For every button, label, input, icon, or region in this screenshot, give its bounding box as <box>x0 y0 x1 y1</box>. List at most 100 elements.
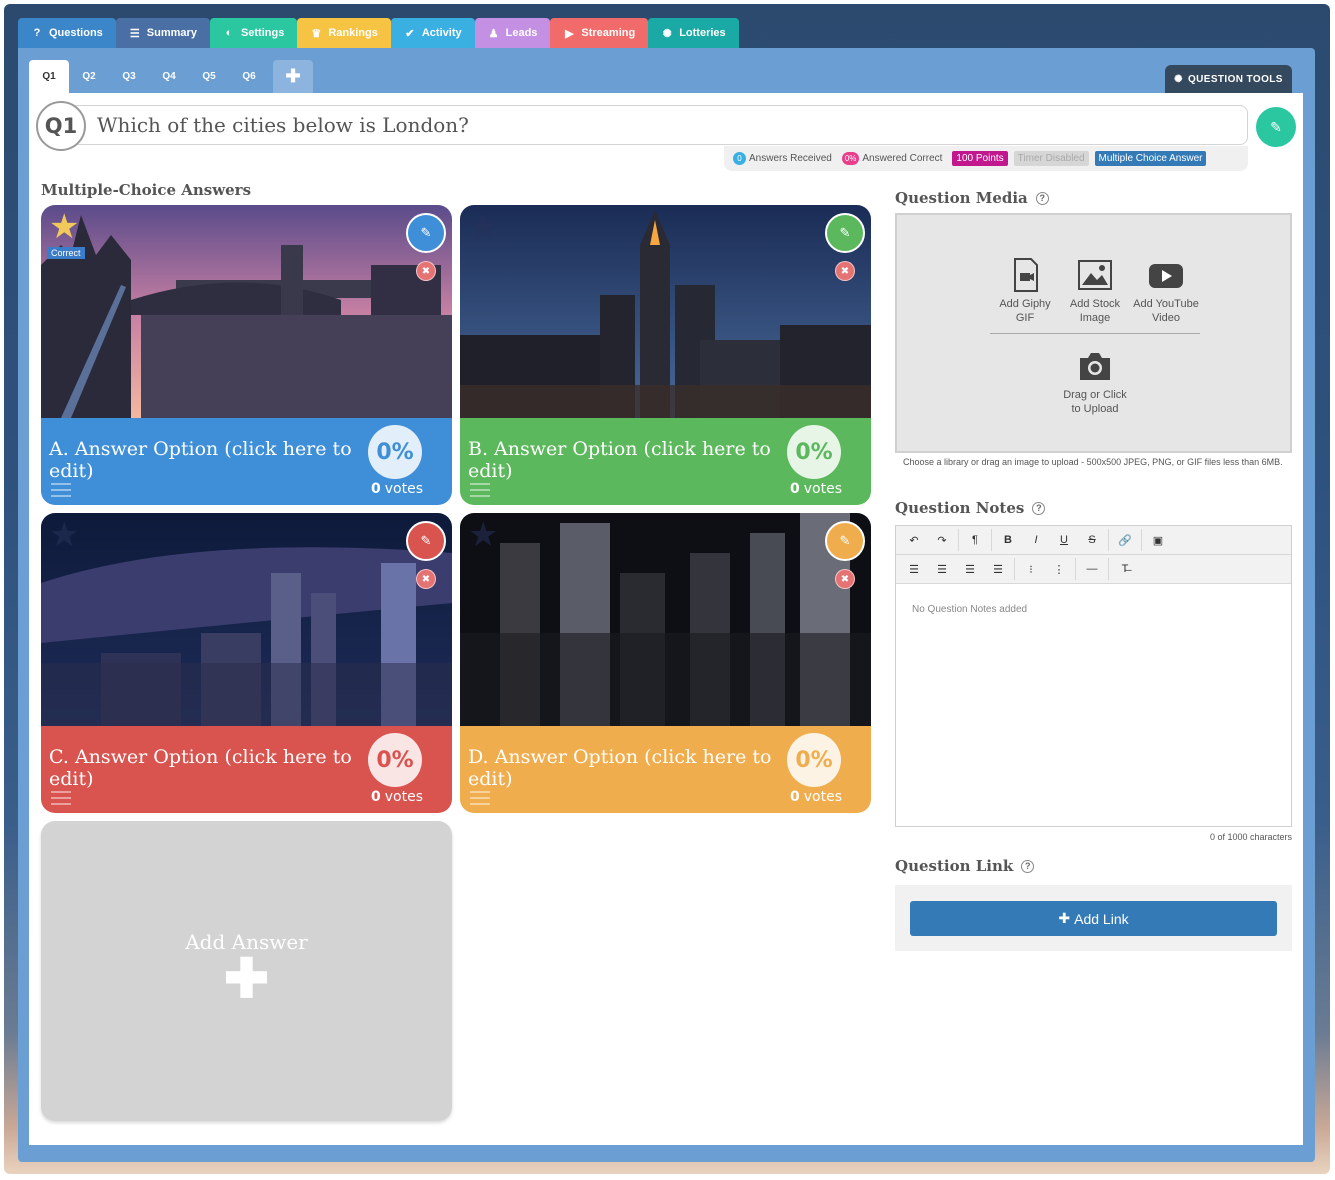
drag-handle-icon[interactable] <box>470 791 490 805</box>
link-icon[interactable]: 🔗 <box>1111 528 1139 552</box>
answer-card-d[interactable]: ★ ✎ ✖ D. Answer Option (click here to ed… <box>460 513 871 813</box>
answer-image <box>460 513 871 726</box>
media-upload-area[interactable]: Add Giphy GIF Add Stock Image Add YouTub… <box>895 213 1292 453</box>
edit-answer-button[interactable]: ✎ <box>406 213 446 253</box>
add-question-button[interactable]: ✚ <box>273 60 313 93</box>
answer-card-b[interactable]: ★ ✎ ✖ B. Answer Option (click here to ed… <box>460 205 871 505</box>
toolbar-separator <box>1141 529 1142 551</box>
drag-handle-icon[interactable] <box>51 791 71 805</box>
underline-icon[interactable]: U <box>1050 528 1078 552</box>
question-media-heading: Question Media? <box>895 189 1049 207</box>
toolbar-separator <box>1108 529 1109 551</box>
video-file-icon <box>1014 258 1038 292</box>
toggle-icon: ◐ <box>225 27 233 39</box>
clear-format-icon[interactable]: T̶ <box>1111 557 1139 581</box>
correct-star-icon[interactable]: ★ <box>468 210 498 244</box>
answer-footer: A. Answer Option (click here to edit) 0%… <box>41 418 452 505</box>
tab-rankings[interactable]: ♛ Rankings <box>297 18 391 48</box>
help-icon[interactable]: ? <box>1032 501 1046 515</box>
drag-handle-icon[interactable] <box>470 483 490 497</box>
answer-percentage: 0% <box>787 425 841 479</box>
question-tab-q1[interactable]: Q1 <box>29 60 69 93</box>
trash-icon: ✖ <box>840 573 850 585</box>
question-tab-q5[interactable]: Q5 <box>189 60 229 93</box>
italic-icon[interactable]: I <box>1022 528 1050 552</box>
drag-handle-icon[interactable] <box>51 483 71 497</box>
question-stats-bar: 0 Answers Received 0% Answered Correct 100… <box>724 146 1248 171</box>
add-link-button[interactable]: ✚ Add Link <box>910 901 1277 936</box>
editor-toolbar-row-2: ☰ ☰ ☰ ☰ ⁝ ⋮ — T̶ <box>896 555 1291 584</box>
answer-card-a[interactable]: ★ Correct ✎ ✖ A. Answer Option (click he… <box>41 205 452 505</box>
answer-votes: 0 votes <box>371 481 423 497</box>
delete-answer-button[interactable]: ✖ <box>416 569 436 589</box>
question-icon: ? <box>33 27 41 39</box>
correct-star-icon[interactable]: ★ <box>49 518 79 552</box>
delete-answer-button[interactable]: ✖ <box>835 261 855 281</box>
answer-percentage: 0% <box>368 733 422 787</box>
horizontal-rule-icon[interactable]: — <box>1078 557 1106 581</box>
tab-streaming[interactable]: ▶ Streaming <box>550 18 649 48</box>
strikethrough-icon[interactable]: S <box>1078 528 1106 552</box>
bold-icon[interactable]: B <box>994 528 1022 552</box>
answer-text[interactable]: A. Answer Option (click here to edit) <box>49 438 359 482</box>
check-circle-icon: ✔ <box>405 27 415 40</box>
align-right-icon[interactable]: ☰ <box>956 557 984 581</box>
answer-percentage: 0% <box>368 425 422 479</box>
toolbar-separator <box>1075 558 1076 580</box>
question-tab-q3[interactable]: Q3 <box>109 60 149 93</box>
tab-summary[interactable]: ☰ Summary <box>115 18 210 48</box>
delete-answer-button[interactable]: ✖ <box>835 569 855 589</box>
help-icon[interactable]: ? <box>1021 859 1035 873</box>
question-tab-q2[interactable]: Q2 <box>69 60 109 93</box>
edit-question-button[interactable]: ✎ <box>1256 107 1296 147</box>
list-icon: ☰ <box>129 27 140 40</box>
points-badge[interactable]: 100 Points <box>952 151 1008 166</box>
question-tab-q6[interactable]: Q6 <box>229 60 269 93</box>
paragraph-icon[interactable]: ¶ <box>961 528 989 552</box>
align-justify-icon[interactable]: ☰ <box>984 557 1012 581</box>
answer-text[interactable]: D. Answer Option (click here to edit) <box>468 746 778 790</box>
trash-icon: ✖ <box>421 265 431 277</box>
edit-answer-button[interactable]: ✎ <box>406 521 446 561</box>
add-stock-image-button[interactable]: Add Stock Image <box>1065 257 1125 325</box>
delete-answer-button[interactable]: ✖ <box>416 261 436 281</box>
notes-char-count: 0 of 1000 characters <box>1209 832 1292 842</box>
bullet-list-icon[interactable]: ⁝ <box>1017 557 1045 581</box>
image-icon[interactable]: ▣ <box>1144 528 1172 552</box>
align-left-icon[interactable]: ☰ <box>900 557 928 581</box>
tab-lotteries[interactable]: ✺ Lotteries <box>648 18 739 48</box>
tab-questions[interactable]: ? Questions <box>18 18 116 48</box>
notes-placeholder[interactable]: No Question Notes added <box>912 604 1027 615</box>
user-icon: ♟ <box>488 27 499 40</box>
edit-answer-button[interactable]: ✎ <box>825 521 865 561</box>
align-center-icon[interactable]: ☰ <box>928 557 956 581</box>
add-answer-button[interactable]: Add Answer ✚ <box>41 821 452 1121</box>
add-youtube-video-button[interactable]: Add YouTube Video <box>1131 257 1201 325</box>
answer-votes: 0 votes <box>371 789 423 805</box>
edit-answer-button[interactable]: ✎ <box>825 213 865 253</box>
trophy-icon: ♛ <box>311 27 322 40</box>
upload-image-button[interactable]: Drag or Click to Upload <box>1060 348 1130 416</box>
answer-image <box>41 205 452 418</box>
correct-star-icon[interactable]: ★ <box>468 518 498 552</box>
correct-star-icon[interactable]: ★ <box>49 210 79 244</box>
toolbar-separator <box>958 529 959 551</box>
question-type-badge[interactable]: Multiple Choice Answer <box>1094 151 1207 166</box>
answer-text[interactable]: B. Answer Option (click here to edit) <box>468 438 778 482</box>
pencil-icon: ✎ <box>420 225 432 240</box>
add-giphy-gif-button[interactable]: Add Giphy GIF <box>995 257 1055 325</box>
redo-icon[interactable]: ↷ <box>928 528 956 552</box>
question-text-input[interactable]: Which of the cities below is London? <box>62 105 1248 145</box>
question-tools-button[interactable]: ✺ QUESTION TOOLS <box>1165 65 1292 93</box>
answer-card-c[interactable]: ★ ✎ ✖ C. Answer Option (click here to ed… <box>41 513 452 813</box>
question-tab-q4[interactable]: Q4 <box>149 60 189 93</box>
timer-badge[interactable]: Timer Disabled <box>1013 151 1089 166</box>
answers-received-stat: 0 Answers Received <box>733 152 832 165</box>
numbered-list-icon[interactable]: ⋮ <box>1045 557 1073 581</box>
tab-leads[interactable]: ♟ Leads <box>474 18 551 48</box>
help-icon[interactable]: ? <box>1035 191 1049 205</box>
tab-settings[interactable]: ◐ Settings <box>209 18 298 48</box>
tab-activity[interactable]: ✔ Activity <box>390 18 475 48</box>
answer-text[interactable]: C. Answer Option (click here to edit) <box>49 746 359 790</box>
undo-icon[interactable]: ↶ <box>900 528 928 552</box>
